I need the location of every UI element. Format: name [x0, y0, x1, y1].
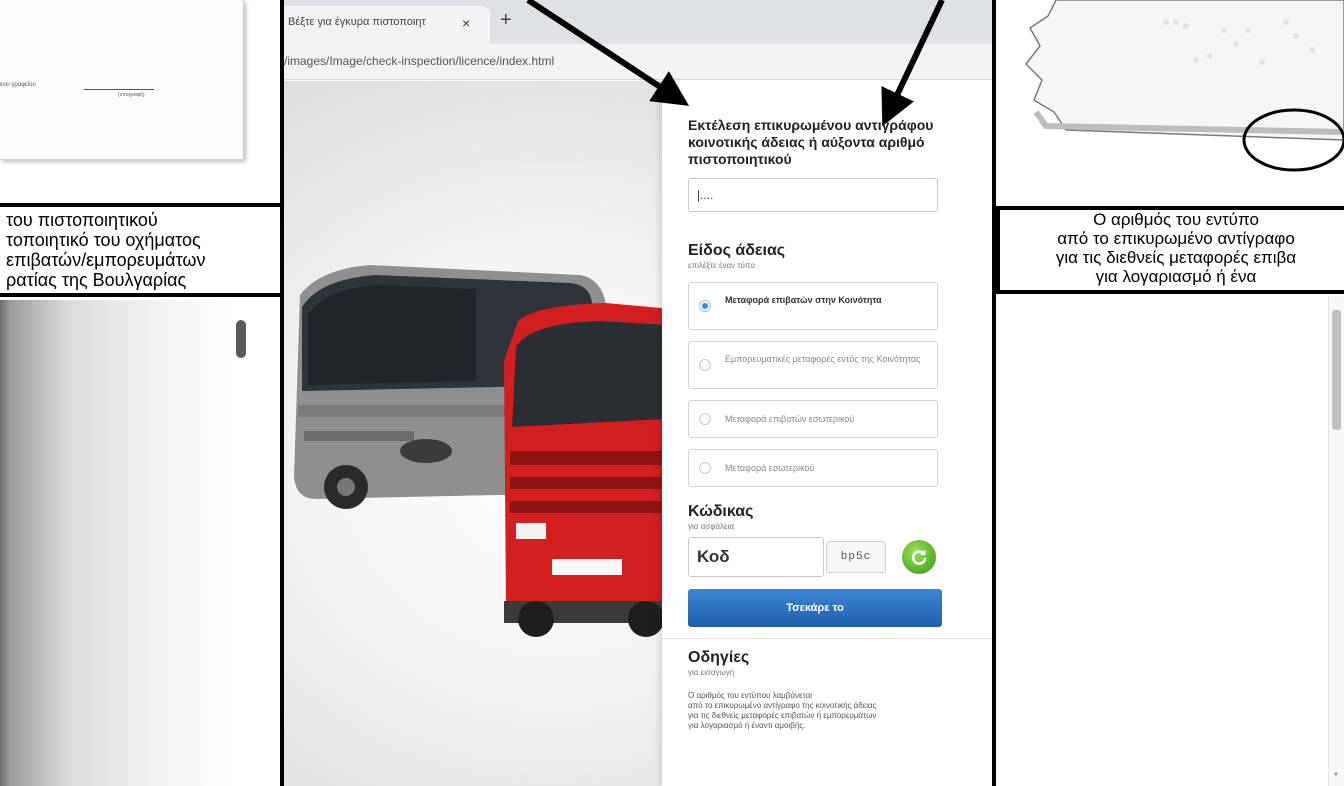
captcha-image: bp5c [826, 541, 886, 573]
right-caption-box: Ο αριθμός του εντύπο από το επικυρωμένο … [996, 206, 1344, 294]
license-type-title: Είδος άδειας [688, 242, 786, 259]
close-icon[interactable]: × [462, 15, 470, 31]
left-caption-line: του πιστοποιητικού [6, 210, 158, 230]
refresh-icon[interactable] [902, 540, 936, 574]
license-option-passenger-domestic[interactable]: Μεταφορά επιβατών εσωτερικού [688, 400, 938, 438]
instructions-body: Ο αριθμός του εντύπου λαμβάνεται από το … [688, 691, 978, 731]
license-option-passenger-community[interactable]: Μεταφορά επιβατών στην Κοινότητα [688, 282, 938, 330]
seal-illustration [1025, 0, 1344, 172]
left-caption-line: τοποιητικό του οχήματος [6, 230, 201, 250]
right-caption-line: για λογαριασμό ή ένα [1095, 267, 1257, 286]
security-code-hint: για ασφάλεια [688, 522, 734, 531]
scrollbar[interactable]: ▼ [1328, 296, 1344, 786]
instructions-line: από το επικυρωμένο αντίγραφο της κοινοτι… [688, 701, 877, 710]
security-code-input[interactable] [688, 537, 824, 577]
check-button[interactable]: Τσεκάρε το [688, 589, 942, 627]
left-background [0, 300, 230, 786]
license-type-hint: επιλέξτε έναν τύπο [688, 261, 755, 270]
tab-title: Βέξτε για έγκυρα πιστοποιητ [288, 16, 426, 28]
license-check-form: Εκτέλεση επικυρωμένου αντιγράφου κοινοτι… [662, 81, 992, 786]
instructions-title: Οδηγίες [688, 649, 750, 666]
license-option-label: Μεταφορά εσωτερικού [725, 463, 815, 473]
security-code-title: Κώδικας [688, 503, 754, 520]
address-url[interactable]: /images/Image/check-inspection/licence/i… [284, 54, 554, 68]
license-type-options: Μεταφορά επιβατών στην Κοινότητα Εμπορευ… [688, 282, 992, 487]
instructions-line: για τις διεθνείς μεταφορές επιβατών ή εμ… [688, 711, 877, 720]
license-option-domestic[interactable]: Μεταφορά εσωτερικού [688, 449, 938, 487]
browser-tab[interactable]: Βέξτε για έγκυρα πιστοποιητ × [284, 6, 490, 44]
page-viewport: Εκτέλεση επικυρωμένου αντιγράφου κοινοτι… [284, 81, 992, 786]
document-field-sublabel: (υπογραφή) [118, 92, 145, 98]
scrollbar-thumb[interactable] [1332, 310, 1341, 430]
right-caption-line: για τις διεθνείς μεταφορές επιβα [1055, 248, 1297, 267]
browser-window: Βέξτε για έγκυρα πιστοποιητ × + /images/… [280, 0, 996, 786]
document-field-label: ενει γραφείου [0, 82, 36, 88]
plus-icon[interactable]: + [500, 10, 512, 30]
left-caption-box: του πιστοποιητικού τοποιητικό του οχήματ… [0, 203, 286, 297]
address-bar[interactable]: /images/Image/check-inspection/licence/i… [284, 44, 992, 80]
background-document: ενει γραφείου (υπογραφή) [0, 0, 244, 160]
left-caption-line: ρατίας της Βουλγαρίας [6, 270, 187, 290]
instructions-line: Ο αριθμός του εντύπου λαμβάνεται [688, 691, 812, 700]
license-option-label: Μεταφορά επιβατών εσωτερικού [725, 414, 855, 424]
license-option-label: Μεταφορά επιβατών στην Κοινότητα [725, 295, 882, 305]
instructions-line: για λογαριασμό ή έναντι αμοιβής. [688, 721, 806, 730]
security-code-row: bp5c [688, 537, 942, 577]
right-caption-line: από το επικυρωμένο αντίγραφο [1057, 229, 1295, 248]
license-option-label: Εμπορευματικές μεταφορές εντός της Κοινό… [725, 354, 921, 364]
radio-icon[interactable] [699, 359, 711, 371]
scroll-down-icon[interactable]: ▼ [1333, 772, 1339, 778]
form-heading: Εκτέλεση επικυρωμένου αντιγράφου κοινοτι… [688, 117, 934, 167]
truck-illustration [504, 303, 674, 637]
instructions-hint: για εισαγωγή [688, 668, 735, 677]
license-option-goods-community[interactable]: Εμπορευματικές μεταφορές εντός της Κοινό… [688, 341, 938, 389]
radio-icon[interactable] [699, 462, 711, 474]
decorative-handle [236, 320, 246, 358]
divider [662, 638, 992, 639]
radio-selected-icon[interactable] [699, 300, 711, 312]
radio-icon[interactable] [699, 413, 711, 425]
right-caption-line: Ο αριθμός του εντύπο [1093, 210, 1259, 229]
tab-strip: Βέξτε για έγκυρα πιστοποιητ × + [284, 0, 992, 44]
certificate-number-input[interactable] [688, 178, 938, 212]
document-field-line [84, 89, 154, 90]
left-caption-line: επιβατών/εμπορευμάτων [6, 250, 206, 270]
